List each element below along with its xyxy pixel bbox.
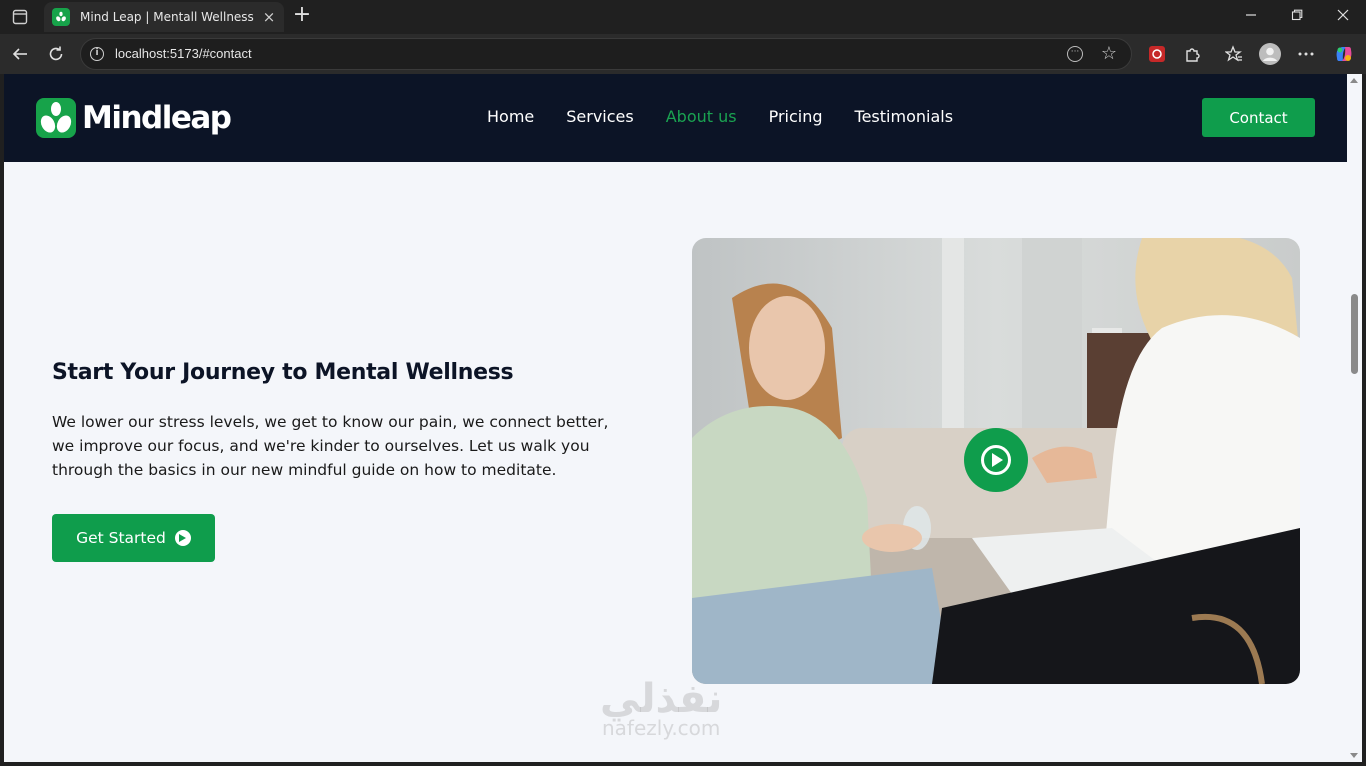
play-video-button[interactable]	[964, 428, 1028, 492]
leaf-logo-icon	[36, 98, 76, 138]
contact-button[interactable]: Contact	[1202, 98, 1315, 137]
browser-tab[interactable]: Mind Leap | Mentall Wellness Rea ×	[44, 2, 284, 32]
refresh-icon[interactable]	[44, 42, 68, 66]
address-bar[interactable]: i localhost:5173/#contact ··· ☆	[80, 38, 1132, 70]
site-favicon-icon	[52, 8, 70, 26]
scroll-down-arrow-icon[interactable]	[1350, 753, 1358, 758]
restore-icon[interactable]	[1274, 4, 1320, 30]
extension-red-icon[interactable]	[1145, 42, 1169, 66]
tab-close-icon[interactable]: ×	[262, 8, 276, 26]
scrollbar-thumb[interactable]	[1351, 294, 1358, 374]
page-viewport: Mindleap Home Services About us Pricing …	[4, 74, 1347, 762]
page-scrollbar[interactable]	[1347, 74, 1362, 762]
new-tab-icon[interactable]: +	[290, 4, 314, 28]
get-started-label: Get Started	[76, 529, 166, 547]
site-info-icon[interactable]: i	[90, 47, 104, 61]
favorite-star-icon[interactable]: ☆	[1101, 43, 1117, 64]
therapy-session-photo	[692, 238, 1300, 684]
play-icon	[981, 445, 1011, 475]
scroll-up-arrow-icon[interactable]	[1350, 78, 1358, 83]
get-started-button[interactable]: Get Started	[52, 514, 215, 562]
favorites-icon[interactable]	[1222, 42, 1246, 66]
reader-mode-icon[interactable]: ···	[1067, 46, 1083, 62]
mindleap-logo[interactable]: Mindleap	[36, 98, 232, 138]
copilot-icon[interactable]	[1332, 42, 1356, 66]
window-bottom-edge	[0, 762, 1366, 766]
watermark-latin: nafezly.com	[602, 716, 721, 740]
back-icon[interactable]	[8, 42, 32, 66]
minimize-icon[interactable]	[1228, 4, 1274, 30]
profile-avatar-icon[interactable]	[1258, 42, 1282, 66]
brand-name: Mindleap	[82, 100, 232, 136]
nav-testimonials[interactable]: Testimonials	[855, 107, 954, 126]
url-text[interactable]: localhost:5173/#contact	[115, 46, 252, 61]
close-window-icon[interactable]	[1320, 4, 1366, 30]
nav-home[interactable]: Home	[487, 107, 534, 126]
hero-title: Start Your Journey to Mental Wellness	[52, 360, 514, 385]
nav-pricing[interactable]: Pricing	[769, 107, 823, 126]
arrow-right-circle-icon	[174, 530, 191, 546]
watermark: نفذلي nafezly.com	[600, 676, 722, 740]
tab-actions-icon[interactable]	[8, 6, 32, 28]
more-menu-icon[interactable]	[1294, 42, 1318, 66]
hero-description: We lower our stress levels, we get to kn…	[52, 413, 609, 479]
nav-about-us[interactable]: About us	[666, 107, 737, 126]
browser-toolbar: i localhost:5173/#contact ··· ☆	[0, 34, 1366, 74]
tab-title: Mind Leap | Mentall Wellness Rea	[80, 10, 254, 24]
site-navbar: Mindleap Home Services About us Pricing …	[4, 74, 1347, 162]
nav-services[interactable]: Services	[566, 107, 633, 126]
extensions-puzzle-icon[interactable]	[1181, 42, 1205, 66]
nav-links: Home Services About us Pricing Testimoni…	[487, 107, 985, 126]
browser-tabstrip: Mind Leap | Mentall Wellness Rea × +	[0, 0, 1366, 34]
